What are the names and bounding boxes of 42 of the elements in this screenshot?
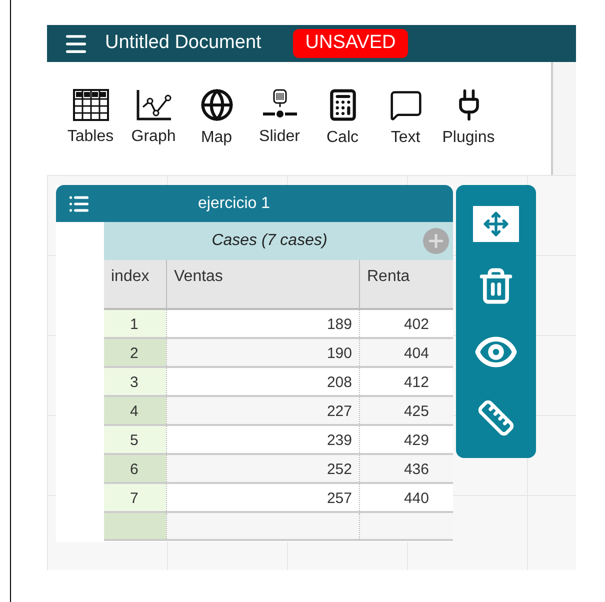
toolbar-button[interactable]: Graph bbox=[122, 88, 185, 148]
table-cell: 402 bbox=[359, 310, 453, 337]
collection-title: Cases (7 cases) bbox=[210, 231, 328, 251]
table-cell: 440 bbox=[359, 484, 453, 511]
index-cell: 2 bbox=[104, 339, 166, 366]
toolbar-button[interactable]: Calc bbox=[311, 88, 374, 150]
toolbar-button[interactable]: Text bbox=[374, 88, 437, 150]
index-cell: 5 bbox=[104, 426, 166, 453]
toolbar-button[interactable]: Map bbox=[185, 88, 248, 150]
table-cell: 429 bbox=[359, 426, 453, 453]
table-cell: 208 bbox=[166, 368, 359, 395]
table-title: ejercicio 1 bbox=[198, 194, 270, 214]
document-title: Untitled Document bbox=[105, 31, 262, 56]
table-cell: 412 bbox=[359, 368, 453, 395]
column-header[interactable]: Ventas bbox=[166, 260, 359, 308]
table-cell: 239 bbox=[166, 426, 359, 453]
table-cell: 190 bbox=[166, 339, 359, 366]
column-header[interactable]: Renta bbox=[359, 260, 453, 308]
table-cell: 227 bbox=[166, 397, 359, 424]
index-cell: 7 bbox=[104, 484, 166, 511]
slider-icon bbox=[262, 88, 298, 120]
toolbar-button[interactable]: Plugins bbox=[437, 88, 500, 150]
index-cell: 1 bbox=[104, 310, 166, 337]
table-cell: 425 bbox=[359, 397, 453, 424]
index-cell: 6 bbox=[104, 455, 166, 482]
table-grid-icon bbox=[72, 88, 108, 120]
move-arrows-icon[interactable] bbox=[473, 206, 519, 242]
index-cell: 4 bbox=[104, 397, 166, 424]
table-cell: 404 bbox=[359, 339, 453, 366]
ruler-icon[interactable] bbox=[477, 399, 515, 438]
line-graph-icon bbox=[136, 88, 172, 120]
table-cell: 257 bbox=[166, 484, 359, 511]
trash-icon[interactable] bbox=[477, 266, 515, 305]
table-cell: 189 bbox=[166, 310, 359, 337]
toolbar-button[interactable]: Slider bbox=[248, 88, 311, 148]
globe-icon bbox=[200, 88, 234, 122]
table-cell: 436 bbox=[359, 455, 453, 482]
column-header[interactable]: index bbox=[104, 260, 166, 308]
table-cell: 252 bbox=[166, 455, 359, 482]
index-cell: 3 bbox=[104, 368, 166, 395]
toolbar-button[interactable]: Tables bbox=[59, 88, 122, 148]
unsaved-badge: UNSAVED bbox=[293, 29, 408, 58]
